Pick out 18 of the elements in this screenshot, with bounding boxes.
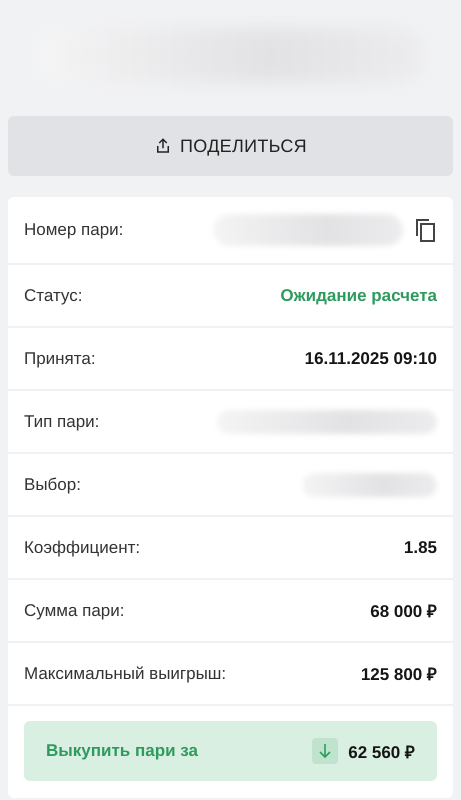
detail-value: 1.85 — [404, 538, 437, 558]
detail-value: 16.11.2025 09:10 — [304, 348, 437, 368]
detail-label: Выбор: — [24, 474, 81, 494]
buyout-button[interactable]: Выкупить пари за 62 560 ₽ — [24, 721, 437, 781]
detail-label: Сумма пари: — [24, 600, 124, 620]
share-button[interactable]: ПОДЕЛИТЬСЯ — [8, 116, 453, 176]
buyout-label: Выкупить пари за — [46, 741, 198, 761]
detail-value: 125 800 ₽ — [360, 664, 437, 685]
detail-label: Максимальный выигрыш: — [24, 664, 226, 684]
detail-label: Тип пари: — [24, 412, 100, 432]
detail-value: 68 000 ₽ — [370, 601, 437, 622]
detail-label: Коэффициент: — [24, 538, 140, 558]
copy-icon[interactable] — [413, 217, 437, 243]
detail-label: Принята: — [24, 348, 96, 368]
buyout-amount: 62 560 ₽ — [348, 742, 415, 762]
detail-label: Статус: — [24, 286, 82, 306]
status-value: Ожидание расчета — [280, 286, 437, 306]
detail-label: Номер пари: — [24, 220, 124, 240]
